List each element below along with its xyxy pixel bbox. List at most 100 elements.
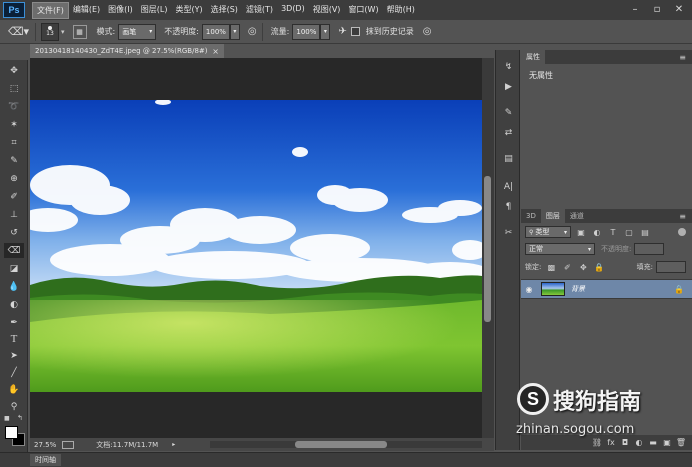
search-icon: ⚲ <box>529 228 534 236</box>
minimize-icon[interactable]: – <box>624 1 646 18</box>
panel-menu-icon[interactable]: ≡ <box>679 53 686 62</box>
lasso-tool-icon[interactable]: ➰ <box>4 99 24 114</box>
options-bar: ⌫▾ 13 ▾ ▦ 模式: 画笔 ▾ 不透明度: 100% ▾ ◎ 流量: 10… <box>0 20 692 44</box>
lock-row: 锁定: ▩ ✐ ✥ 🔒 填充: <box>521 259 692 275</box>
status-menu-arrow-icon[interactable]: ▸ <box>172 441 175 448</box>
fill-input[interactable] <box>656 261 686 273</box>
layer-name[interactable]: 背景 <box>571 284 585 294</box>
layer-filter-select[interactable]: ⚲ 类型 ▾ <box>525 226 571 238</box>
adjustment-filter-icon[interactable]: ◐ <box>591 226 603 238</box>
menu-help[interactable]: 帮助(H) <box>383 2 419 19</box>
flow-input[interactable]: 100% <box>292 23 321 40</box>
magic-wand-tool-icon[interactable]: ✶ <box>4 117 24 132</box>
lock-all-icon[interactable]: 🔒 <box>593 261 605 273</box>
opacity-label: 不透明度: <box>164 27 199 36</box>
close-tab-icon[interactable]: × <box>212 47 219 56</box>
opacity-dropdown-icon[interactable]: ▾ <box>229 23 240 40</box>
swap-colors-icon[interactable]: ↰ <box>17 414 23 422</box>
panel-menu-icon[interactable]: ≡ <box>679 212 686 221</box>
filter-toggle-icon[interactable] <box>678 228 686 236</box>
flow-dropdown-icon[interactable]: ▾ <box>320 23 331 40</box>
airbrush-icon[interactable]: ✈ <box>338 26 346 37</box>
zoom-box-icon[interactable] <box>62 440 75 449</box>
hand-tool-icon[interactable]: ✋ <box>4 382 24 397</box>
marquee-tool-icon[interactable]: ⬚ <box>4 81 24 96</box>
menu-3d[interactable]: 3D(D) <box>277 2 309 19</box>
brush-panel-icon[interactable]: ✎ <box>501 106 516 120</box>
delete-layer-icon[interactable]: 🗑 <box>674 438 688 447</box>
tab-channels[interactable]: 通道 <box>564 209 589 223</box>
lock-position-icon[interactable]: ✥ <box>577 261 589 273</box>
pixel-filter-icon[interactable]: ▣ <box>575 226 587 238</box>
opacity-input[interactable]: 100% <box>201 23 230 40</box>
history-panel-icon[interactable]: ↯ <box>501 60 516 74</box>
brush-size-picker[interactable]: 13 ▾ <box>41 22 65 41</box>
path-selection-tool-icon[interactable]: ➤ <box>4 348 24 363</box>
tab-properties[interactable]: 属性 <box>521 50 545 64</box>
line-tool-icon[interactable]: ╱ <box>4 365 24 380</box>
foreground-color-swatch[interactable] <box>5 426 18 439</box>
actions-panel-icon[interactable]: ▶ <box>501 80 516 94</box>
type-filter-icon[interactable]: T <box>607 226 619 238</box>
layer-item-background[interactable]: ◉ 背景 🔒 <box>521 279 692 299</box>
tablet-opacity-icon[interactable]: ◎ <box>248 26 257 37</box>
brush-panel-toggle-icon[interactable]: ▦ <box>72 24 87 39</box>
vertical-scroll-thumb[interactable] <box>484 176 491 322</box>
menu-window[interactable]: 窗口(W) <box>344 2 382 19</box>
maximize-icon[interactable]: ▫ <box>646 1 668 18</box>
vertical-scrollbar[interactable] <box>482 58 494 440</box>
eraser-tool-icon[interactable]: ⌫ <box>4 243 24 258</box>
menu-file[interactable]: 文件(F) <box>32 1 69 19</box>
tab-3d[interactable]: 3D <box>521 209 541 223</box>
tab-layers[interactable]: 图层 <box>540 209 565 223</box>
document-tab[interactable]: 20130418140430_ZdT4E.jpeg @ 27.5%(RGB/8#… <box>30 44 224 58</box>
separator <box>261 22 263 41</box>
menu-image[interactable]: 图像(I) <box>104 2 137 19</box>
eraser-tool-preset-icon[interactable]: ⌫▾ <box>8 25 30 38</box>
close-icon[interactable]: ✕ <box>668 1 690 18</box>
smart-object-filter-icon[interactable]: ▤ <box>639 226 651 238</box>
visibility-eye-icon[interactable]: ◉ <box>521 285 537 294</box>
type-tool-icon[interactable]: T <box>4 331 24 346</box>
horizontal-scroll-thumb[interactable] <box>295 441 387 448</box>
erase-history-checkbox[interactable] <box>350 27 360 36</box>
watermark-brand: 搜狗指南 <box>553 390 642 415</box>
history-brush-tool-icon[interactable]: ↺ <box>4 225 24 240</box>
properties-panel: 属性 ≡ 无属性 <box>521 50 692 208</box>
dodge-tool-icon[interactable]: ◐ <box>4 297 24 312</box>
zoom-level[interactable]: 27.5% <box>34 441 56 449</box>
lock-transparent-icon[interactable]: ▩ <box>545 261 557 273</box>
character-panel-icon[interactable]: A| <box>501 180 516 194</box>
menu-edit[interactable]: 编辑(E) <box>69 2 104 19</box>
brush-tool-icon[interactable]: ✐ <box>4 189 24 204</box>
paint-bucket-tool-icon[interactable]: ◪ <box>4 261 24 276</box>
tools-settings-icon[interactable]: ✂ <box>501 226 516 240</box>
tablet-size-icon[interactable]: ◎ <box>423 26 432 37</box>
tool-presets-icon[interactable]: ⇄ <box>501 126 516 140</box>
menu-filter[interactable]: 滤镜(T) <box>242 2 277 19</box>
clone-source-icon[interactable]: ▤ <box>501 152 516 166</box>
horizontal-scrollbar[interactable] <box>210 441 482 448</box>
blur-tool-icon[interactable]: 💧 <box>4 279 24 294</box>
eyedropper-tool-icon[interactable]: ✎ <box>4 153 24 168</box>
pen-tool-icon[interactable]: ✒ <box>4 315 24 330</box>
menu-layer[interactable]: 图层(L) <box>137 2 172 19</box>
mode-select[interactable]: 画笔 ▾ <box>118 23 157 40</box>
menu-view[interactable]: 视图(V) <box>309 2 345 19</box>
crop-tool-icon[interactable]: ⌗ <box>4 135 24 150</box>
clone-stamp-tool-icon[interactable]: ⊥ <box>4 207 24 222</box>
timeline-tab[interactable]: 时间轴 <box>30 454 61 466</box>
paragraph-panel-icon[interactable]: ¶ <box>501 200 516 214</box>
lock-image-icon[interactable]: ✐ <box>561 261 573 273</box>
shape-filter-icon[interactable]: ▢ <box>623 226 635 238</box>
default-colors-icon[interactable]: ■ <box>4 415 10 422</box>
menu-select[interactable]: 选择(S) <box>207 2 242 19</box>
move-tool-icon[interactable]: ✥ <box>4 63 24 78</box>
blend-mode-select[interactable]: 正常 ▾ <box>525 243 595 255</box>
menu-type[interactable]: 类型(Y) <box>171 2 206 19</box>
layer-opacity-label: 不透明度: <box>601 245 632 253</box>
healing-brush-tool-icon[interactable]: ⊕ <box>4 171 24 186</box>
layer-opacity-input[interactable] <box>634 243 665 255</box>
zoom-tool-icon[interactable]: ⚲ <box>4 399 24 414</box>
landscape-photo[interactable] <box>30 100 482 392</box>
